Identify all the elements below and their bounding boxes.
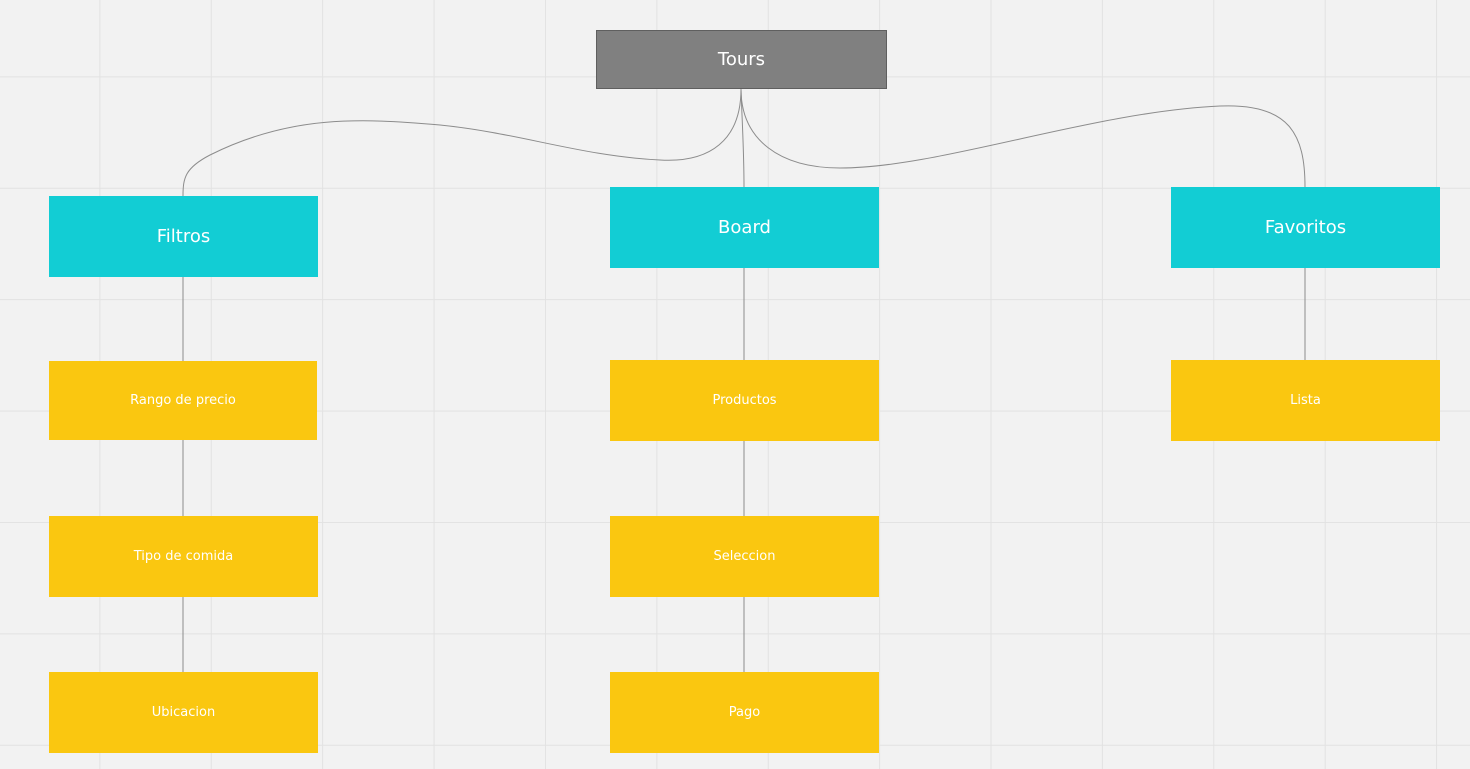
node-productos-label: Productos xyxy=(712,393,777,408)
node-board[interactable]: Board xyxy=(610,187,879,268)
node-lista[interactable]: Lista xyxy=(1171,360,1440,441)
node-pago[interactable]: Pago xyxy=(610,672,879,753)
node-productos[interactable]: Productos xyxy=(610,360,879,441)
node-tipo-de-comida-label: Tipo de comida xyxy=(133,549,234,564)
node-tours-label: Tours xyxy=(717,49,766,70)
node-filtros-label: Filtros xyxy=(156,226,211,247)
node-favoritos-label: Favoritos xyxy=(1264,217,1347,238)
node-seleccion[interactable]: Seleccion xyxy=(610,516,879,597)
node-board-label: Board xyxy=(718,217,771,238)
node-ubicacion-label: Ubicacion xyxy=(151,705,216,720)
node-pago-label: Pago xyxy=(728,705,761,720)
node-seleccion-label: Seleccion xyxy=(713,549,776,564)
node-rango-de-precio[interactable]: Rango de precio xyxy=(49,361,317,440)
connector-root-filtros xyxy=(182,88,742,197)
node-lista-label: Lista xyxy=(1290,393,1321,408)
node-tours[interactable]: Tours xyxy=(596,30,887,89)
node-ubicacion[interactable]: Ubicacion xyxy=(49,672,318,753)
connector-root-favoritos xyxy=(740,88,1306,188)
node-rango-de-precio-label: Rango de precio xyxy=(130,393,236,408)
node-favoritos[interactable]: Favoritos xyxy=(1171,187,1440,268)
node-filtros[interactable]: Filtros xyxy=(49,196,318,277)
diagram-canvas: Tours Filtros Board Favoritos Rango de p… xyxy=(0,0,1470,769)
node-tipo-de-comida[interactable]: Tipo de comida xyxy=(49,516,318,597)
